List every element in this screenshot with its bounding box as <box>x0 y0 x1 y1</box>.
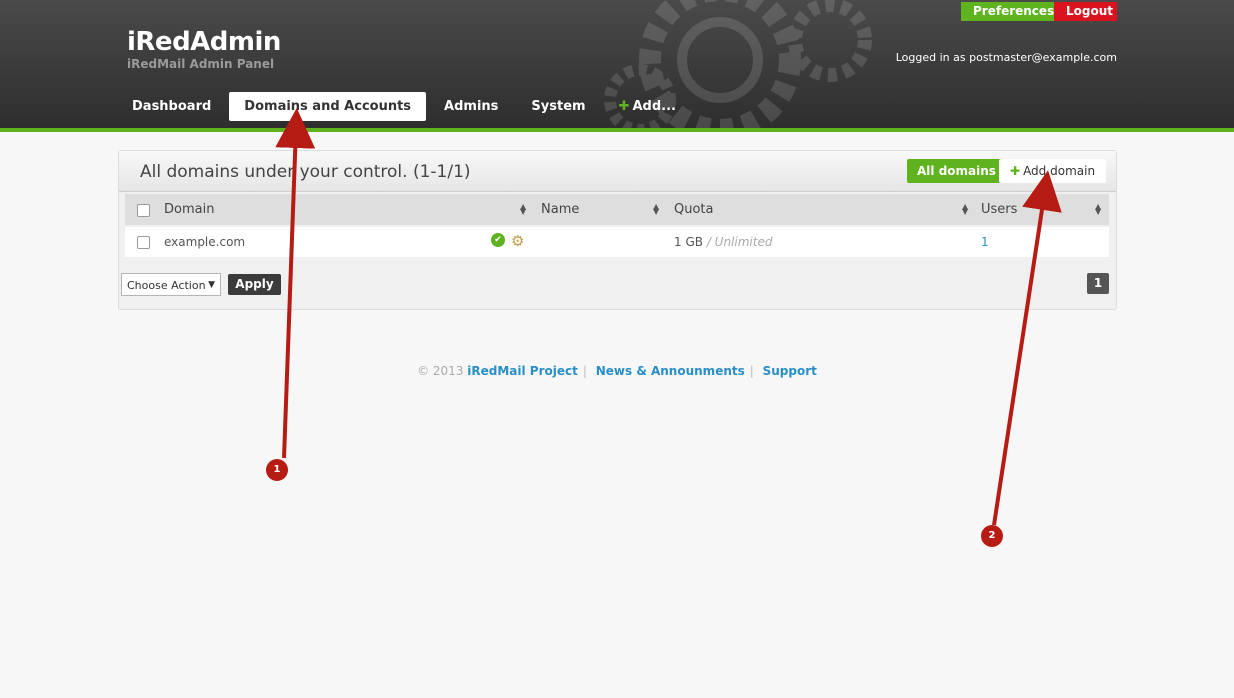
footer-link-support[interactable]: Support <box>763 364 817 378</box>
main-nav: Dashboard Domains and Accounts Admins Sy… <box>117 92 694 121</box>
footer-separator: | <box>749 364 754 378</box>
domains-panel: All domains under your control. (1-1/1) … <box>118 150 1117 310</box>
app-subtitle: iRedMail Admin Panel <box>127 57 275 71</box>
panel-title: All domains under your control. (1-1/1) <box>140 162 471 182</box>
header-bar: iRedAdmin iRedMail Admin Panel Preferenc… <box>0 0 1234 132</box>
nav-system[interactable]: System <box>516 92 600 121</box>
nav-add-label: Add... <box>632 99 676 114</box>
column-name[interactable]: Name <box>541 202 579 217</box>
quota-limit: / Unlimited <box>706 235 773 249</box>
nav-domains-accounts[interactable]: Domains and Accounts <box>229 92 427 121</box>
logged-in-text: Logged in as postmaster@example.com <box>895 51 1117 64</box>
copyright-text: © 2013 <box>417 364 464 378</box>
action-select[interactable]: Choose Action ▼ <box>121 273 221 296</box>
top-buttons: Preferences Logout <box>961 2 1117 21</box>
users-cell[interactable]: 1 <box>981 235 989 249</box>
sort-icon[interactable]: ▲ ▼ <box>962 203 968 216</box>
annotation-marker-2: 2 <box>981 525 1003 547</box>
panel-header: All domains under your control. (1-1/1) … <box>119 151 1116 192</box>
annotation-marker-1: 1 <box>266 459 288 481</box>
plus-icon: ✚ <box>1010 164 1021 178</box>
add-domain-label: Add domain <box>1023 164 1096 178</box>
app-title: iRedAdmin <box>127 27 281 57</box>
preferences-button[interactable]: Preferences <box>961 2 1054 21</box>
table-header: Domain ▲ ▼ Name ▲ ▼ Quota ▲ ▼ Users ▲ ▼ <box>125 194 1109 225</box>
row-checkbox[interactable] <box>137 236 150 249</box>
logout-button[interactable]: Logout <box>1054 2 1117 21</box>
all-domains-button[interactable]: All domains <box>907 159 1006 183</box>
column-users[interactable]: Users <box>981 202 1017 217</box>
active-status-icon: ✔ <box>491 233 505 247</box>
footer-link-project[interactable]: iRedMail Project <box>467 364 578 378</box>
apply-button[interactable]: Apply <box>228 274 281 295</box>
sort-icon[interactable]: ▲ ▼ <box>520 203 526 216</box>
nav-dashboard[interactable]: Dashboard <box>117 92 226 121</box>
footer: © 2013 iRedMail Project | News & Announme… <box>0 364 1234 378</box>
footer-separator: | <box>582 364 587 378</box>
domain-cell[interactable]: example.com <box>164 235 245 249</box>
dropdown-arrow-icon: ▼ <box>208 280 215 290</box>
select-all-checkbox[interactable] <box>137 204 150 217</box>
action-select-value: Choose Action <box>127 279 206 292</box>
column-quota[interactable]: Quota <box>674 202 714 217</box>
add-domain-button[interactable]: ✚ Add domain <box>999 159 1107 183</box>
column-domain[interactable]: Domain <box>164 202 214 217</box>
nav-admins[interactable]: Admins <box>429 92 513 121</box>
quota-value: 1 GB <box>674 235 703 249</box>
nav-add[interactable]: ✚ Add... <box>604 92 691 121</box>
page-button[interactable]: 1 <box>1087 273 1109 294</box>
sort-icon[interactable]: ▲ ▼ <box>1095 203 1101 216</box>
footer-link-news[interactable]: News & Announments <box>596 364 745 378</box>
settings-gear-icon[interactable]: ⚙ <box>511 232 524 250</box>
sort-icon[interactable]: ▲ ▼ <box>653 203 659 216</box>
table-row: example.com ✔ ⚙ 1 GB / Unlimited 1 <box>125 227 1109 257</box>
quota-cell: 1 GB / Unlimited <box>674 235 772 249</box>
plus-icon: ✚ <box>618 99 630 114</box>
